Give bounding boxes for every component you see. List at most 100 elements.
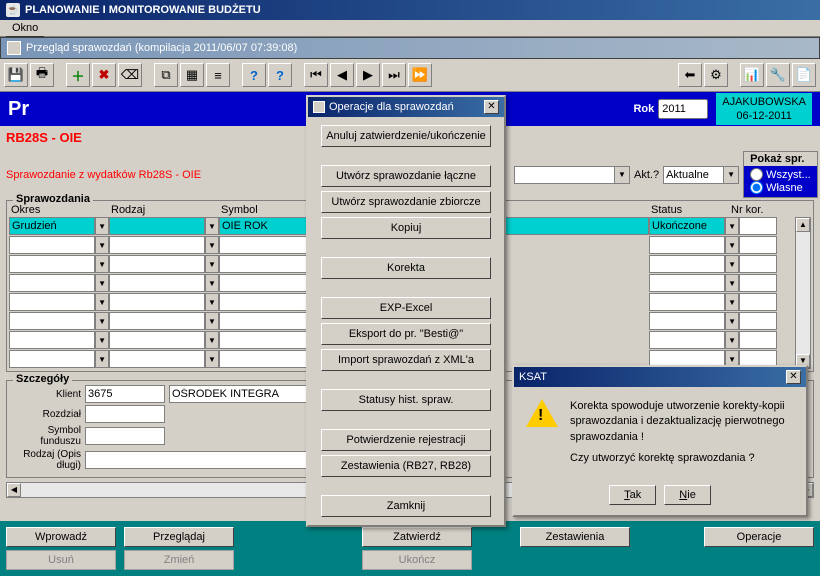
ksat-title: KSAT [519,371,547,383]
scroll-left-icon[interactable]: ◀ [7,483,21,497]
symbolf-label: Symbol funduszu [11,425,81,447]
bottom-bar: Wprowadź Usuń Przeglądaj Zmień Zatwierdź… [0,521,820,576]
ksat-titlebar[interactable]: KSAT ✕ [514,367,806,387]
zmien-button[interactable]: Zmień [124,550,234,570]
last-icon[interactable]: ⏭ [382,63,406,87]
info-icon[interactable]: ? [268,63,292,87]
chevron-down-icon[interactable]: ▼ [614,166,630,184]
filter-dropdown-1[interactable]: ▼ [514,166,630,184]
save-icon[interactable]: 💾 [4,63,28,87]
help-icon[interactable]: ? [242,63,266,87]
no-button[interactable]: Nie [664,485,711,505]
pokaz-group: Pokaż spr. Wszyst... Własne [743,151,818,198]
print-icon[interactable]: 🖶 [30,63,54,87]
first-icon[interactable]: ⏮ [304,63,328,87]
ksat-popup: KSAT ✕ Korekta spowoduje utworzenie kore… [512,365,808,517]
action2-icon[interactable]: 📊 [740,63,764,87]
cell-status[interactable] [649,217,725,235]
rozdzial-input[interactable] [85,405,165,423]
klient-input[interactable] [85,385,165,403]
rodzajd-input[interactable] [85,451,319,469]
kopiuj-button[interactable]: Kopiuj [321,217,491,239]
col-status: Status [649,204,729,216]
operations-popup: Operacje dla sprawozdań ✕ Anuluj zatwier… [306,95,506,527]
report-desc: Sprawozdanie z wydatków Rb28S - OIE [6,169,306,181]
subwindow-title: Przegląd sprawozdań (kompilacja 2011/06/… [26,42,297,54]
radio-all[interactable]: Wszyst... [750,168,811,181]
korekta-button[interactable]: Korekta [321,257,491,279]
action4-icon[interactable]: 📄 [792,63,816,87]
grid-title: Sprawozdania [13,193,93,205]
potw-button[interactable]: Potwierdzenie rejestracji [321,429,491,451]
yes-button[interactable]: Tak [609,485,656,505]
zestawienia-button[interactable]: Zestawienia [520,527,630,547]
app-titlebar: ☕ PLANOWANIE I MONITOROWANIE BUDŻETU [0,0,820,20]
close-icon[interactable]: ✕ [484,100,499,114]
next2-icon[interactable]: ⏩ [408,63,432,87]
cell-nrkor[interactable] [739,217,777,235]
laczne-button[interactable]: Utwórz sprawozdanie łączne [321,165,491,187]
klient-label: Klient [11,389,81,400]
rok-label: Rok [633,103,654,115]
cell-rodzaj[interactable] [109,217,205,235]
add-icon[interactable]: ＋ [66,63,90,87]
app-title: PLANOWANIE I MONITOROWANIE BUDŻETU [25,4,261,16]
form-icon [7,41,21,55]
close-icon[interactable]: ✕ [786,370,801,384]
yes-rest: ak [630,489,642,501]
action3-icon[interactable]: 🔧 [766,63,790,87]
cell-symbol[interactable] [219,217,309,235]
col-nrkor: Nr kor. [729,204,769,216]
col-symbol: Symbol [219,204,309,216]
rozdzial-label: Rozdział [11,409,81,420]
form-icon [313,101,325,113]
statusy-button[interactable]: Statusy hist. spraw. [321,389,491,411]
menu-okno[interactable]: Okno [6,20,44,37]
subwindow-titlebar: Przegląd sprawozdań (kompilacja 2011/06/… [0,37,820,59]
cell-okres[interactable] [9,217,95,235]
zest-button[interactable]: Zestawienia (RB27, RB28) [321,455,491,477]
akt-dropdown[interactable]: ▼ [663,166,739,184]
warning-icon [526,399,558,431]
anuluj-button[interactable]: Anuluj zatwierdzenie/ukończenie [321,125,491,147]
zbiorcze-button[interactable]: Utwórz sprawozdanie zbiorcze [321,191,491,213]
copy-icon[interactable]: ⧉ [154,63,178,87]
toolbar: 💾 🖶 ＋ ✖ ⌫ ⧉ ▦ ≡ ? ? ⏮ ◀ ▶ ⏭ ⏩ ⬅ ⚙ 📊 🔧 📄 [0,59,820,92]
rok-input[interactable] [658,99,708,119]
zamknij-button[interactable]: Zamknij [321,495,491,517]
usun-button[interactable]: Usuń [6,550,116,570]
next-icon[interactable]: ▶ [356,63,380,87]
wprowadz-button[interactable]: Wprowadź [6,527,116,547]
chevron-down-icon[interactable]: ▼ [723,166,739,184]
menubar: Okno [0,20,820,37]
bestia-button[interactable]: Eksport do pr. "Besti@" [321,323,491,345]
klient-name-input[interactable] [169,385,319,403]
col-okres: Okres [9,204,109,216]
col-rodzaj: Rodzaj [109,204,219,216]
rodzajd-label: Rodzaj (Opis długi) [11,449,81,471]
clear-icon[interactable]: ⌫ [118,63,142,87]
list-icon[interactable]: ≡ [206,63,230,87]
symbolf-input[interactable] [85,427,165,445]
operacje-button[interactable]: Operacje [704,527,814,547]
radio-own[interactable]: Własne [750,181,811,194]
page-title: Pr [8,98,29,121]
delete-icon[interactable]: ✖ [92,63,116,87]
scroll-up-icon[interactable]: ▲ [796,218,810,232]
prev-icon[interactable]: ◀ [330,63,354,87]
expexcel-button[interactable]: EXP-Excel [321,297,491,319]
ukoncz-button[interactable]: Ukończ [362,550,472,570]
ops-titlebar[interactable]: Operacje dla sprawozdań ✕ [308,97,504,117]
ops-title: Operacje dla sprawozdań [329,101,454,113]
grid-vscroll[interactable]: ▲ ▼ [795,217,811,369]
zatwierdz-button[interactable]: Zatwierdź [362,527,472,547]
ksat-message: Korekta spowoduje utworzenie korekty-kop… [570,399,794,467]
przegladaj-button[interactable]: Przeglądaj [124,527,234,547]
grid-icon[interactable]: ▦ [180,63,204,87]
akt-label: Akt.? [634,169,659,181]
user-info: AJAKUBOWSKA 06-12-2011 [716,93,812,126]
java-icon: ☕ [6,3,20,17]
exit-icon[interactable]: ⬅ [678,63,702,87]
importxml-button[interactable]: Import sprawozdań z XML'a [321,349,491,371]
action1-icon[interactable]: ⚙ [704,63,728,87]
